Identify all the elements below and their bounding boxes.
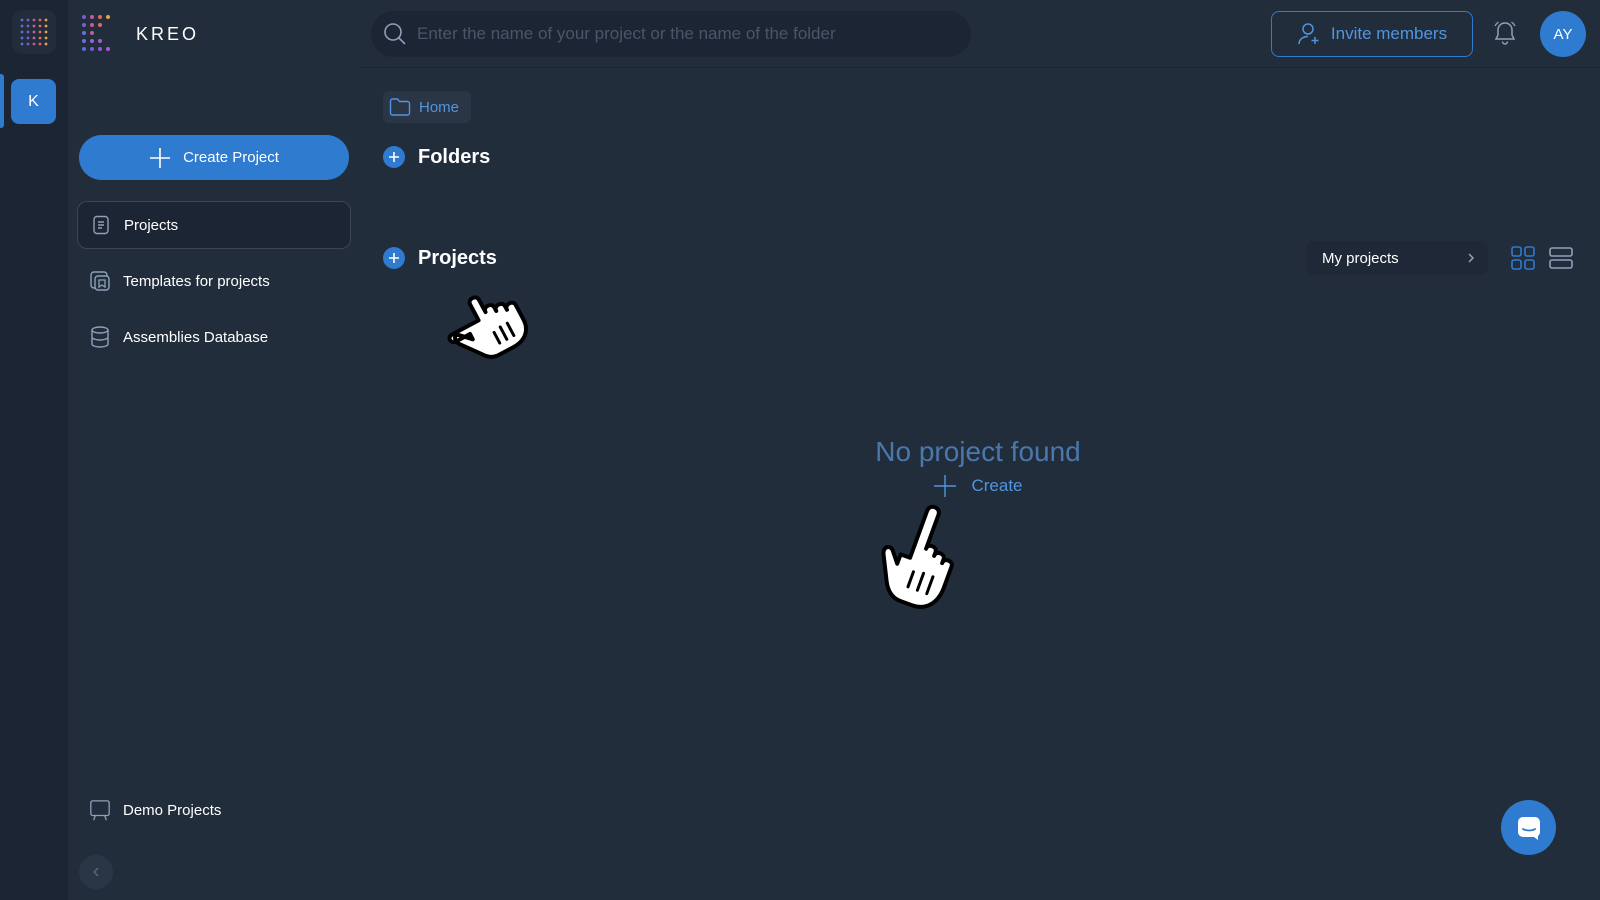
sidebar-item-label: Projects	[124, 216, 179, 234]
chevron-left-icon	[92, 867, 99, 877]
sidebar-item-templates[interactable]: Templates for projects	[77, 257, 351, 305]
top-bar: Invite members AY	[360, 0, 1600, 68]
workspace-badge[interactable]: K	[11, 79, 56, 124]
projects-icon	[90, 214, 112, 236]
search-bar[interactable]	[371, 11, 971, 57]
folder-icon	[389, 98, 411, 116]
main-content: Invite members AY Home Folders Projects …	[360, 0, 1600, 900]
add-project-button[interactable]	[383, 247, 405, 269]
kreo-logo-icon	[82, 15, 110, 51]
folders-title: Folders	[418, 145, 491, 168]
filter-label: My projects	[1322, 249, 1399, 267]
sidebar-item-label: Templates for projects	[123, 272, 270, 290]
create-project-button[interactable]: Create Project	[79, 135, 349, 180]
sidebar: KREO Create Project Projects Templates f…	[68, 0, 360, 900]
breadcrumb-home[interactable]: Home	[383, 91, 472, 123]
presentation-icon	[89, 799, 111, 821]
projects-filter-dropdown[interactable]: My projects	[1306, 241, 1488, 275]
collapse-sidebar-button[interactable]	[79, 855, 113, 889]
empty-state-create-link[interactable]: Create	[933, 474, 1023, 498]
plus-icon	[389, 253, 399, 263]
pointing-hand-icon	[881, 504, 954, 609]
plus-icon	[934, 475, 957, 497]
sidebar-item-demo-projects[interactable]: Demo Projects	[77, 786, 351, 834]
create-project-label: Create Project	[183, 149, 279, 166]
plus-icon	[150, 147, 171, 168]
brand[interactable]: KREO	[80, 12, 199, 56]
invite-members-button[interactable]: Invite members	[1271, 11, 1473, 57]
sidebar-item-label: Assemblies Database	[123, 328, 269, 346]
chat-icon	[1517, 816, 1540, 840]
notifications-bell-icon[interactable]	[1490, 18, 1520, 48]
apps-grid-icon[interactable]	[12, 10, 56, 54]
user-avatar[interactable]: AY	[1540, 11, 1586, 57]
breadcrumb-label: Home	[419, 98, 460, 116]
empty-state-title: No project found	[875, 436, 1081, 467]
folders-section-header: Folders	[383, 142, 490, 172]
active-workspace-indicator	[0, 74, 4, 128]
grid-view-button[interactable]	[1509, 244, 1537, 272]
sidebar-item-projects[interactable]: Projects	[77, 201, 351, 249]
list-view-button[interactable]	[1547, 244, 1575, 272]
search-input[interactable]	[417, 24, 957, 44]
brand-name: KREO	[136, 23, 200, 44]
add-user-icon	[1298, 23, 1319, 45]
workspace-rail: K	[0, 0, 68, 900]
templates-icon	[89, 270, 111, 292]
plus-icon	[389, 152, 399, 162]
grid-view-icon	[1511, 246, 1535, 270]
search-icon	[384, 23, 406, 45]
chevron-right-icon	[1468, 253, 1475, 263]
empty-state-create-label: Create	[971, 476, 1023, 495]
invite-members-label: Invite members	[1330, 24, 1448, 43]
sidebar-item-assemblies-database[interactable]: Assemblies Database	[77, 313, 351, 361]
database-icon	[89, 326, 111, 348]
pointing-hand-icon	[447, 295, 528, 359]
projects-title: Projects	[418, 246, 497, 269]
list-view-icon	[1549, 247, 1573, 269]
empty-state: No project found Create	[360, 436, 1596, 503]
sidebar-item-label: Demo Projects	[123, 801, 222, 819]
add-folder-button[interactable]	[383, 146, 405, 168]
chat-support-button[interactable]	[1501, 800, 1556, 855]
